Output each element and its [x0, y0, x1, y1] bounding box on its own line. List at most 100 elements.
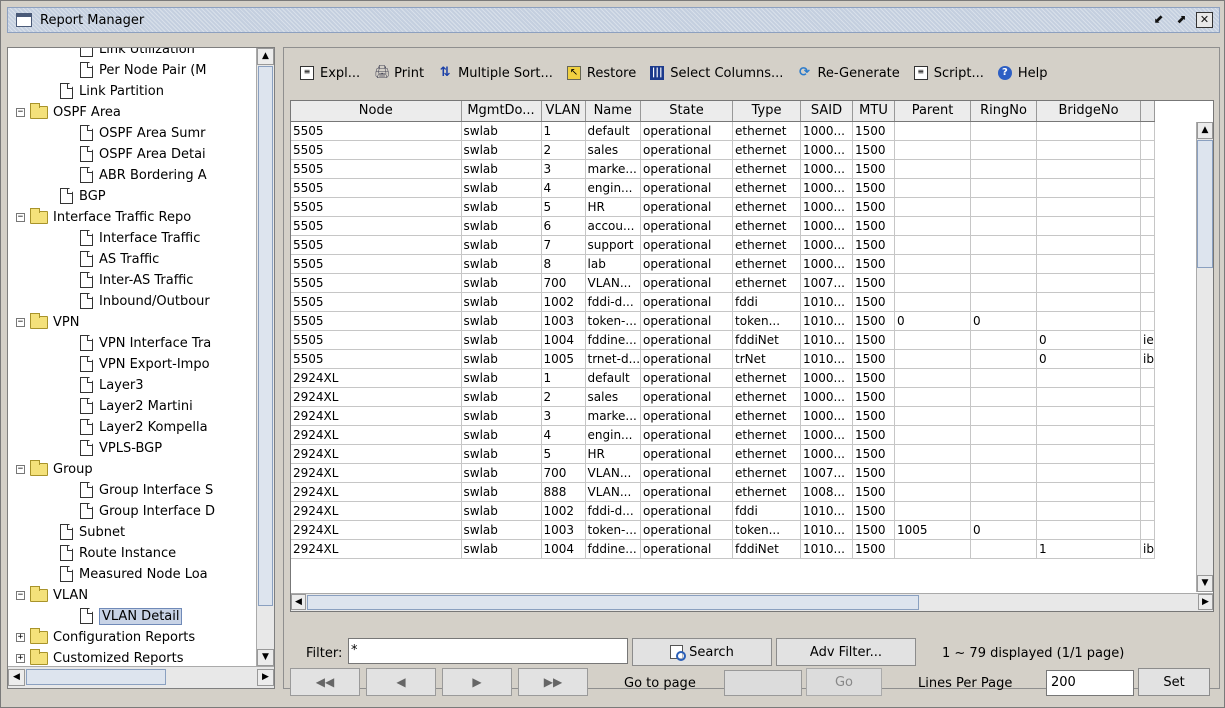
table-row[interactable]: 5505 swlab 3 marke... operational ethernet 100… [291, 159, 1156, 179]
table-scroll-thumb[interactable] [1197, 140, 1213, 268]
tree-hscroll-thumb[interactable] [26, 669, 166, 685]
tree-scroll-thumb[interactable] [258, 66, 273, 606]
tree-item[interactable]: Inter-AS Traffic [80, 271, 193, 289]
tree-item[interactable]: VPN Export-Impo [80, 355, 210, 373]
toolbar-button-script[interactable]: ≡ Script... [913, 66, 984, 81]
collapse-icon[interactable]: − [16, 107, 25, 117]
tree-item[interactable]: Link Partition [60, 82, 164, 100]
tree-item[interactable]: VPLS-BGP [80, 439, 162, 457]
scroll-left-arrow-icon[interactable]: ◀ [8, 669, 25, 686]
table-row[interactable]: 5505 swlab 4 engin... operational ethernet 100… [291, 178, 1156, 198]
expand-icon[interactable]: + [16, 653, 25, 663]
tree-item[interactable]: Layer3 [80, 376, 144, 394]
toolbar-button-expl[interactable]: ≡ Expl... [300, 66, 360, 81]
table-row[interactable]: 2924XL swlab 5 HR operational ethernet 1000...… [291, 444, 1156, 464]
table-row[interactable]: 5505 swlab 6 accou... operational ethernet 100… [291, 216, 1156, 236]
collapse-icon[interactable]: − [16, 212, 25, 222]
table-row[interactable]: 5505 swlab 2 sales operational ethernet 1000..… [291, 140, 1156, 160]
toolbar-button-multiple-sort[interactable]: ⇅ Multiple Sort... [438, 66, 553, 81]
tree-item[interactable]: − Interface Traffic Repo [16, 207, 191, 226]
table-vertical-scrollbar[interactable]: ▲ ▼ [1196, 122, 1213, 592]
tree-item[interactable]: Group Interface S [80, 481, 213, 499]
table-row[interactable]: 2924XL swlab 4 engin... operational ethernet 1… [291, 425, 1156, 445]
toolbar-button-help[interactable]: ? Help [997, 66, 1048, 81]
column-header[interactable]: Type [732, 101, 802, 122]
restore-icon[interactable]: ⬋ [1150, 12, 1167, 28]
table-horizontal-scrollbar[interactable]: ◀ ▶ [291, 593, 1213, 611]
toolbar-button-select-columns[interactable]: ||| Select Columns... [650, 66, 783, 81]
close-icon[interactable]: ✕ [1196, 12, 1213, 28]
table-row[interactable]: 5505 swlab 1 default operational ethernet 1000… [291, 121, 1156, 141]
last-page-button[interactable]: ▶▶ [518, 668, 588, 696]
tree-item[interactable]: + Configuration Reports [16, 627, 195, 646]
column-header[interactable]: Node [291, 101, 462, 122]
tree-item[interactable]: Per Node Pair (M [80, 61, 207, 79]
table-row[interactable]: 2924XL swlab 1004 fddine... operational fddiN… [291, 539, 1156, 559]
set-button[interactable]: Set [1138, 668, 1210, 696]
tree-item[interactable]: OSPF Area Detai [80, 145, 206, 163]
scroll-right-arrow-icon[interactable]: ▶ [257, 669, 274, 686]
column-header[interactable] [1140, 101, 1156, 122]
table-scroll-down-icon[interactable]: ▼ [1197, 575, 1213, 592]
tree-item[interactable]: Inbound/Outbour [80, 292, 210, 310]
table-row[interactable]: 2924XL swlab 1002 fddi-d... operational fddi 1… [291, 501, 1156, 521]
column-header[interactable]: MgmtDo... [461, 101, 542, 122]
first-page-button[interactable]: ◀◀ [290, 668, 360, 696]
toolbar-button-print[interactable]: 🖨 Print [374, 66, 424, 81]
table-row[interactable]: 5505 swlab 700 VLAN... operational ethernet 10… [291, 273, 1156, 293]
scroll-up-arrow-icon[interactable]: ▲ [257, 48, 274, 65]
title-bar[interactable]: Report Manager ⬋ ⬈ ✕ [7, 7, 1220, 33]
table-row[interactable]: 5505 swlab 7 support operational ethernet 1000… [291, 235, 1156, 255]
go-button[interactable]: Go [806, 668, 882, 696]
table-row[interactable]: 2924XL swlab 888 VLAN... operational ethernet… [291, 482, 1156, 502]
table-scroll-left-icon[interactable]: ◀ [291, 594, 306, 610]
column-header[interactable]: Name [585, 101, 642, 122]
column-header[interactable]: State [640, 101, 734, 122]
table-row[interactable]: 5505 swlab 8 lab operational ethernet 1000... 1… [291, 254, 1156, 274]
column-header[interactable]: MTU [852, 101, 896, 122]
tree-item[interactable]: OSPF Area Sumr [80, 124, 205, 142]
tree-item[interactable]: Route Instance [60, 544, 176, 562]
column-header[interactable]: Parent [894, 101, 972, 122]
tree-item[interactable]: VPN Interface Tra [80, 334, 211, 352]
lines-per-page-input[interactable]: 200 [1046, 670, 1134, 696]
tree-horizontal-scrollbar[interactable]: ◀ ▶ [8, 666, 274, 688]
column-header[interactable]: BridgeNo [1036, 101, 1142, 122]
previous-page-button[interactable]: ◀ [366, 668, 436, 696]
column-header[interactable]: VLAN [541, 101, 586, 122]
tree-item[interactable]: BGP [60, 187, 106, 205]
tree-item[interactable]: − Group [16, 459, 93, 478]
filter-input[interactable]: * [348, 638, 628, 664]
table-row[interactable]: 2924XL swlab 700 VLAN... operational ethernet… [291, 463, 1156, 483]
table-row[interactable]: 5505 swlab 5 HR operational ethernet 1000... 15… [291, 197, 1156, 217]
tree-vertical-scrollbar[interactable]: ▲ ▼ [256, 48, 274, 666]
table-row[interactable]: 5505 swlab 1004 fddine... operational fddiNet… [291, 330, 1156, 350]
collapse-icon[interactable]: − [16, 590, 25, 600]
tree-item[interactable]: Layer2 Kompella [80, 418, 208, 436]
table-row[interactable]: 5505 swlab 1005 trnet-d... operational trNet 1… [291, 349, 1156, 369]
table-scroll-right-icon[interactable]: ▶ [1198, 594, 1213, 610]
table-row[interactable]: 2924XL swlab 3 marke... operational ethernet 1… [291, 406, 1156, 426]
table-row[interactable]: 5505 swlab 1003 token-... operational token..… [291, 311, 1156, 331]
column-header[interactable]: SAID [800, 101, 854, 122]
toolbar-button-re-generate[interactable]: ⟳ Re-Generate [797, 66, 900, 81]
expand-icon[interactable]: + [16, 632, 25, 642]
tree-item[interactable]: Layer2 Martini [80, 397, 193, 415]
tree-item[interactable]: Interface Traffic [80, 229, 200, 247]
toolbar-button-restore[interactable]: ↖ Restore [566, 66, 636, 81]
collapse-icon[interactable]: − [16, 317, 25, 327]
adv-filter-button[interactable]: Adv Filter... [776, 638, 916, 666]
goto-page-input[interactable] [724, 670, 802, 696]
tree-item[interactable]: AS Traffic [80, 250, 159, 268]
search-button[interactable]: Search [632, 638, 772, 666]
maximize-icon[interactable]: ⬈ [1173, 12, 1190, 28]
table-hscroll-thumb[interactable] [307, 595, 919, 610]
table-row[interactable]: 2924XL swlab 1 default operational ethernet 10… [291, 368, 1156, 388]
next-page-button[interactable]: ▶ [442, 668, 512, 696]
table-row[interactable]: 5505 swlab 1002 fddi-d... operational fddi 101… [291, 292, 1156, 312]
tree-item[interactable]: Measured Node Loa [60, 565, 208, 583]
tree-item[interactable]: VLAN Detail [80, 607, 183, 625]
tree-item[interactable]: Subnet [60, 523, 125, 541]
tree-item[interactable]: − VPN [16, 312, 79, 331]
tree-item[interactable]: + Customized Reports [16, 648, 184, 666]
